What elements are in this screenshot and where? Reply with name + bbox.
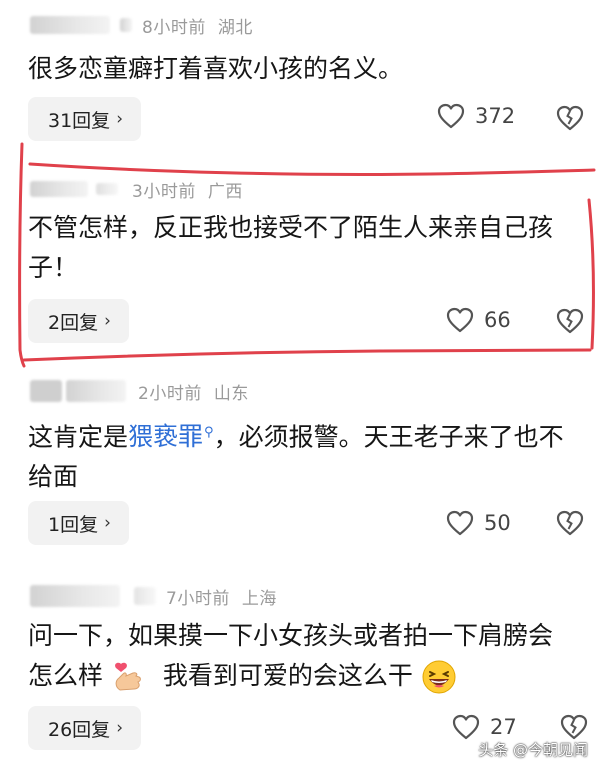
like-count: 27 [490, 715, 517, 739]
replies-button[interactable]: 2回复 › [28, 299, 129, 343]
comment-meta-text: 3小时前 广西 [132, 177, 243, 202]
avatar-username-blurred [30, 380, 62, 402]
username-blurred [120, 18, 132, 32]
chevron-right-icon: › [116, 109, 123, 129]
chevron-right-icon: › [116, 718, 123, 738]
comment-time: 7小时前 [166, 588, 230, 609]
comment-text: 这肯定是猥亵罪⚲，必须报警。天王老子来了也不给面 [28, 413, 576, 497]
like-count: 372 [475, 104, 516, 128]
replies-count: 1回复 [48, 513, 99, 536]
comment-location: 广西 [207, 181, 243, 202]
like-count: 66 [484, 308, 511, 332]
finger-heart-emoji [115, 662, 141, 691]
like-button[interactable]: 50 [446, 510, 511, 536]
comment-text: 问一下，如果摸一下小女孩头或者拍一下肩膀会怎么样 我看到可爱的会这么干 [28, 616, 576, 696]
comment-location: 湖北 [217, 17, 253, 38]
search-icon: ⚲ [204, 425, 214, 440]
comment-meta: 3小时前 广西 [30, 176, 243, 202]
laughing-emoji [422, 660, 456, 694]
watermark: 头条 @今朝见闻 [478, 741, 588, 759]
avatar-username-blurred [30, 181, 88, 197]
broken-heart-icon[interactable] [556, 105, 584, 131]
avatar-username-blurred [30, 16, 110, 34]
replies-count: 26回复 [48, 718, 111, 741]
replies-button[interactable]: 26回复 › [28, 706, 141, 750]
like-button[interactable]: 27 [452, 714, 517, 740]
comment-text: 很多恋童癖打着喜欢小孩的名义。 [28, 54, 404, 83]
broken-heart-icon[interactable] [556, 510, 584, 536]
search-link[interactable]: 猥亵罪⚲ [128, 422, 214, 451]
comment-meta: 8小时前 湖北 [30, 12, 253, 38]
broken-heart-icon[interactable] [560, 714, 588, 740]
comment-time: 3小时前 [132, 181, 196, 202]
comment-text-before: 这肯定是 [28, 422, 129, 452]
comment-meta: 7小时前 上海 [30, 583, 277, 609]
avatar-username-blurred [30, 585, 120, 607]
comment-text-after: 我看到可爱的会这么干 [162, 661, 413, 690]
heart-outline-icon [437, 103, 465, 129]
comment-location: 上海 [241, 588, 277, 609]
comment-meta-text: 8小时前 湖北 [142, 13, 253, 38]
username-blurred [134, 587, 156, 605]
like-button[interactable]: 372 [437, 103, 515, 129]
comment-location: 山东 [213, 383, 249, 404]
comment-text: 不管怎样，反正我也接受不了陌生人来亲自己孩子！ [28, 213, 554, 282]
search-link-text: 猥亵罪 [128, 422, 204, 452]
replies-button[interactable]: 1回复 › [28, 501, 129, 545]
chevron-right-icon: › [104, 311, 111, 331]
heart-outline-icon [446, 307, 474, 333]
like-button[interactable]: 66 [446, 307, 511, 333]
replies-button[interactable]: 31回复 › [28, 97, 141, 141]
heart-outline-icon [446, 510, 474, 536]
heart-outline-icon [452, 714, 480, 740]
chevron-right-icon: › [104, 513, 111, 533]
username-blurred [66, 380, 126, 402]
replies-count: 2回复 [48, 311, 99, 334]
comment-time: 2小时前 [138, 383, 202, 404]
like-count: 50 [484, 511, 511, 535]
broken-heart-icon[interactable] [556, 308, 584, 334]
comment-meta-text: 7小时前 上海 [166, 584, 277, 609]
username-blurred [96, 183, 118, 195]
comment-meta-text: 2小时前 山东 [138, 379, 249, 404]
comment-time: 8小时前 [142, 17, 206, 38]
replies-count: 31回复 [48, 109, 111, 132]
comment-meta: 2小时前 山东 [30, 378, 249, 404]
